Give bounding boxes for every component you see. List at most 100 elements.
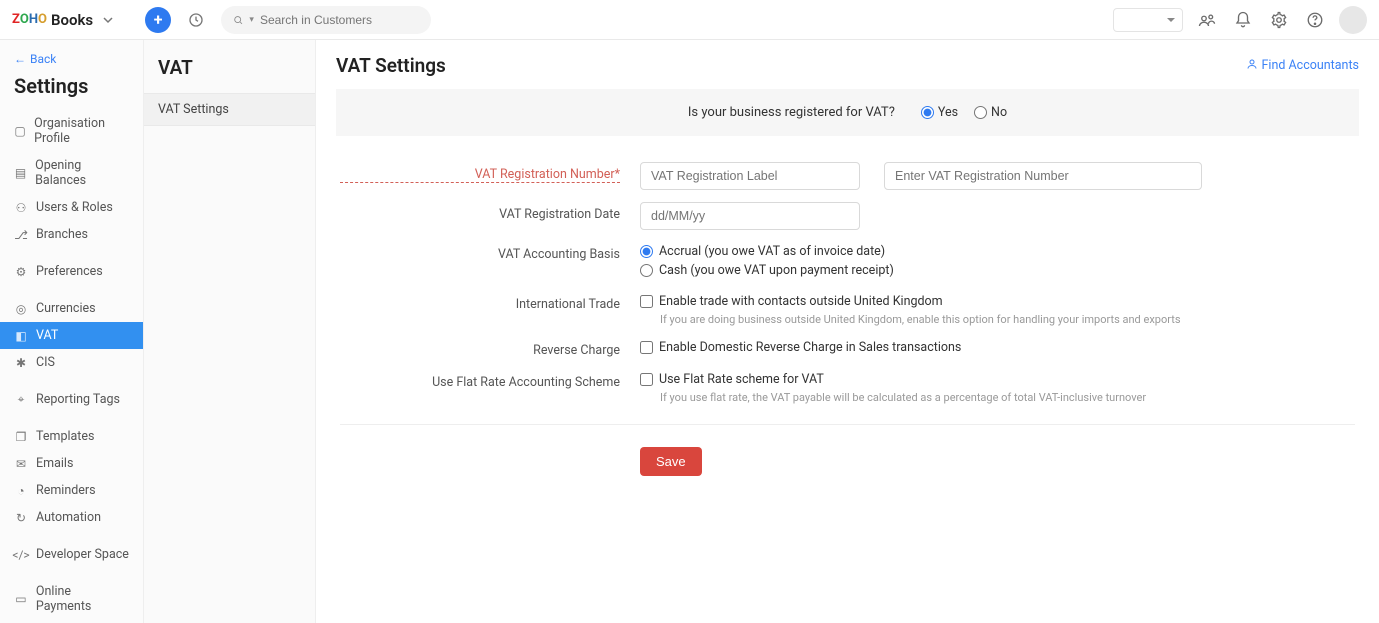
intl-trade-hint: If you are doing business outside United… <box>640 311 1355 326</box>
sidebar-item-label: Reporting Tags <box>36 392 120 407</box>
sidebar-item-currencies[interactable]: ◎ Currencies <box>0 295 143 322</box>
international-trade-label: International Trade <box>340 292 620 312</box>
sidebar-item-label: Currencies <box>36 301 96 316</box>
save-button[interactable]: Save <box>640 447 702 476</box>
vat-reg-label-input[interactable] <box>640 162 860 190</box>
users-icon: ⚇ <box>14 201 28 215</box>
sidebar-item-label: Branches <box>36 227 88 242</box>
sliders-icon: ⚙ <box>14 265 28 279</box>
radio-yes[interactable] <box>921 106 934 119</box>
question-text: Is your business registered for VAT? <box>688 105 895 120</box>
settings-gear-icon[interactable] <box>1267 8 1291 32</box>
reverse-charge-option-label: Enable Domestic Reverse Charge in Sales … <box>659 340 961 355</box>
sidebar-item-label: Opening Balances <box>35 158 129 188</box>
organization-selector[interactable] <box>1113 8 1183 32</box>
vat-accounting-basis-label: VAT Accounting Basis <box>340 242 620 262</box>
refer-icon[interactable] <box>1195 8 1219 32</box>
top-bar: ZOHO Books + ▾ <box>0 0 1379 40</box>
notifications-icon[interactable] <box>1231 8 1255 32</box>
automation-icon: ↻ <box>14 511 28 525</box>
sidebar-item-label: Emails <box>36 456 73 471</box>
search-scope-caret-icon: ▾ <box>249 15 254 25</box>
vat-registered-yes[interactable]: Yes <box>921 105 958 120</box>
building-icon: ▢ <box>14 124 26 138</box>
radio-no-label: No <box>991 105 1007 120</box>
sidebar-item-label: Organisation Profile <box>34 116 129 146</box>
currency-icon: ◎ <box>14 302 28 316</box>
sidebar-item-organisation-profile[interactable]: ▢ Organisation Profile <box>0 110 143 152</box>
user-avatar[interactable] <box>1339 6 1367 34</box>
help-icon[interactable] <box>1303 8 1327 32</box>
sidebar-item-label: Online Payments <box>36 584 129 614</box>
find-accountants-link[interactable]: Find Accountants <box>1246 58 1360 74</box>
basis-cash-label: Cash (you owe VAT upon payment receipt) <box>659 263 894 278</box>
zoho-logo-icon: ZOHO <box>12 12 47 27</box>
back-link[interactable]: ← Back <box>0 52 143 66</box>
intl-trade-option-label: Enable trade with contacts outside Unite… <box>659 294 943 309</box>
radio-yes-label: Yes <box>938 105 958 120</box>
subsection-item-vat-settings[interactable]: VAT Settings <box>144 93 315 126</box>
arrow-left-icon: ← <box>14 52 26 66</box>
sidebar-item-preferences[interactable]: ⚙ Preferences <box>0 258 143 285</box>
sidebar-item-users-roles[interactable]: ⚇ Users & Roles <box>0 194 143 221</box>
search-box[interactable]: ▾ <box>221 6 431 34</box>
code-icon: </> <box>14 548 28 562</box>
tax-icon: ◧ <box>14 329 28 343</box>
sidebar-item-automation[interactable]: ↻Automation <box>0 504 143 531</box>
find-accountants-label: Find Accountants <box>1262 58 1360 73</box>
vat-registered-question: Is your business registered for VAT? Yes… <box>336 89 1359 136</box>
vat-registered-no[interactable]: No <box>974 105 1007 120</box>
sidebar-item-label: CIS <box>36 355 55 370</box>
reverse-charge-label: Reverse Charge <box>340 338 620 358</box>
search-input[interactable] <box>260 13 419 27</box>
sidebar-item-templates[interactable]: ❐ Templates <box>0 423 143 450</box>
flat-rate-checkbox[interactable] <box>640 373 653 386</box>
sidebar-item-emails[interactable]: ✉ Emails <box>0 450 143 477</box>
sidebar-item-opening-balances[interactable]: ▤ Opening Balances <box>0 152 143 194</box>
basis-accrual-label: Accrual (you owe VAT as of invoice date) <box>659 244 885 259</box>
sidebar-item-label: VAT <box>36 328 58 343</box>
bell-icon: ◔ <box>14 484 28 498</box>
reverse-charge-checkbox[interactable] <box>640 341 653 354</box>
sidebar-item-label: Developer Space <box>36 547 129 562</box>
tag-icon: ⌖ <box>14 393 28 407</box>
back-label: Back <box>30 52 56 66</box>
vat-reg-number-label: VAT Registration Number* <box>340 162 620 183</box>
brand-text: Books <box>51 11 93 29</box>
sidebar-item-label: Templates <box>36 429 94 444</box>
settings-title: Settings <box>0 66 143 110</box>
sidebar-item-reminders[interactable]: ◔ Reminders <box>0 477 143 504</box>
vat-reg-number-input[interactable] <box>884 162 1202 190</box>
flat-rate-option-label: Use Flat Rate scheme for VAT <box>659 372 824 387</box>
sidebar-item-reporting-tags[interactable]: ⌖ Reporting Tags <box>0 386 143 413</box>
flat-rate-hint: If you use flat rate, the VAT payable wi… <box>640 389 1355 404</box>
search-icon <box>233 14 243 26</box>
balance-icon: ▤ <box>14 166 27 180</box>
sidebar-item-label: Preferences <box>36 264 103 279</box>
vat-reg-date-label: VAT Registration Date <box>340 202 620 222</box>
recent-activity-button[interactable] <box>183 7 209 33</box>
sidebar-item-label: Reminders <box>36 483 96 498</box>
sidebar-item-cis[interactable]: ✱ CIS <box>0 349 143 376</box>
basis-accrual-radio[interactable] <box>640 245 653 258</box>
cis-icon: ✱ <box>14 356 28 370</box>
radio-no[interactable] <box>974 106 987 119</box>
basis-cash-radio[interactable] <box>640 264 653 277</box>
sidebar-item-vat[interactable]: ◧ VAT <box>0 322 143 349</box>
sidebar-item-online-payments[interactable]: ▭ Online Payments <box>0 578 143 620</box>
page-title: VAT Settings <box>336 54 446 77</box>
settings-sidebar: ← Back Settings ▢ Organisation Profile ▤ O… <box>0 40 144 623</box>
content-area: VAT Settings Find Accountants Is your bu… <box>316 40 1379 623</box>
intl-trade-checkbox[interactable] <box>640 295 653 308</box>
sidebar-item-label: Users & Roles <box>36 200 113 215</box>
sidebar-item-developer-space[interactable]: </> Developer Space <box>0 541 143 568</box>
card-icon: ▭ <box>14 592 28 606</box>
template-icon: ❐ <box>14 430 28 444</box>
chevron-down-icon <box>103 11 113 29</box>
brand[interactable]: ZOHO Books <box>12 11 113 29</box>
sidebar-item-branches[interactable]: ⎇Branches <box>0 221 143 248</box>
divider <box>340 424 1355 425</box>
quick-add-button[interactable]: + <box>145 7 171 33</box>
email-icon: ✉ <box>14 457 28 471</box>
vat-reg-date-input[interactable] <box>640 202 860 230</box>
